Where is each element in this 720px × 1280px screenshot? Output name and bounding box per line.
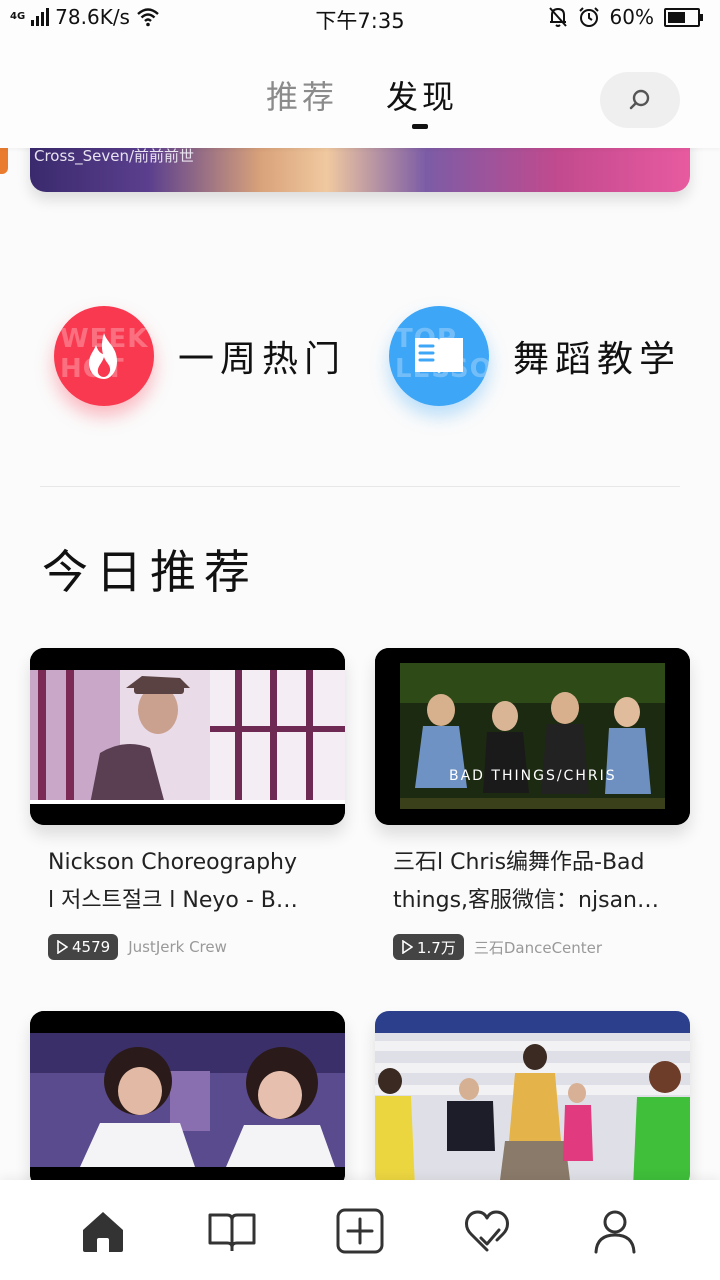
active-tab-indicator <box>412 124 428 129</box>
battery-percent: 60% <box>609 5 654 29</box>
video-title[interactable]: 三石l Chris编舞作品-Bad things,客服微信：njsan… <box>393 844 683 920</box>
video-title-line-1: 三石l Chris编舞作品-Bad <box>393 850 645 875</box>
play-count: 1.7万 <box>417 938 456 957</box>
video-title-line-2: l 저스트절크 l Neyo - B… <box>48 888 298 913</box>
weekly-hot-label: 一周热门 <box>178 339 347 380</box>
tab-recommend[interactable]: 推荐 <box>266 72 338 118</box>
home-icon <box>83 1212 123 1252</box>
flame-icon <box>89 333 117 379</box>
alarm-icon <box>578 7 599 27</box>
uploader-name[interactable]: JustJerk Crew <box>128 938 227 956</box>
status-right: 60% <box>548 5 703 29</box>
section-title: 今日推荐 <box>42 545 258 599</box>
tab-lessons[interactable] <box>207 1206 257 1256</box>
video-thumbnail[interactable] <box>30 1011 345 1188</box>
play-count: 4579 <box>72 938 111 956</box>
video-thumbnail[interactable] <box>375 1011 690 1188</box>
dance-lesson-badge: TOP LESSON <box>389 306 489 406</box>
battery-icon <box>664 7 703 27</box>
weekly-hot-entry[interactable]: WEEK HOT 一周热门 <box>54 306 346 406</box>
add-square-icon <box>336 1208 384 1254</box>
search-icon <box>629 89 650 110</box>
video-thumbnail[interactable] <box>30 648 345 825</box>
thumbnail-image <box>375 1011 690 1188</box>
video-meta: 4579 JustJerk Crew <box>48 934 227 960</box>
uploader-name[interactable]: 三石DanceCenter <box>474 937 602 958</box>
video-thumbnail[interactable]: BAD THINGS/CHRIS <box>375 648 690 825</box>
heart-check-icon <box>465 1210 509 1252</box>
tab-home[interactable] <box>78 1206 128 1256</box>
video-title-line-2: things,客服微信：njsan… <box>393 888 659 913</box>
thumbnail-image <box>30 648 345 825</box>
play-count-badge: 1.7万 <box>393 934 464 960</box>
mute-bell-icon <box>548 7 567 27</box>
book-icon <box>415 338 463 374</box>
video-title[interactable]: Nickson Choreography l 저스트절크 l Neyo - B… <box>48 844 338 920</box>
book-open-icon <box>208 1213 256 1251</box>
video-card[interactable] <box>375 1011 690 1188</box>
bottom-tab-bar <box>0 1180 720 1280</box>
video-card[interactable]: Nickson Choreography l 저스트절크 l Neyo - B…… <box>30 648 345 960</box>
video-meta: 1.7万 三石DanceCenter <box>393 934 602 960</box>
section-divider <box>40 486 680 487</box>
play-icon <box>402 940 413 954</box>
video-title-line-1: Nickson Choreography <box>48 850 298 875</box>
dance-lesson-label: 舞蹈教学 <box>513 339 682 380</box>
prev-banner-edge[interactable] <box>0 148 8 174</box>
tab-favorites[interactable] <box>462 1206 512 1256</box>
video-card[interactable]: BAD THINGS/CHRIS 三石l Chris编舞作品-Bad thing… <box>375 648 690 960</box>
play-icon <box>57 940 68 954</box>
dance-lesson-entry[interactable]: TOP LESSON 舞蹈教学 <box>389 306 681 406</box>
search-button[interactable] <box>600 72 680 128</box>
weekly-hot-badge: WEEK HOT <box>54 306 154 406</box>
tab-publish[interactable] <box>335 1206 385 1256</box>
status-bar: 4G 78.6K/s 下午7:35 60% <box>0 0 720 36</box>
tab-discover[interactable]: 发现 <box>386 72 458 118</box>
video-card[interactable] <box>30 1011 345 1188</box>
play-count-badge: 4579 <box>48 934 119 960</box>
profile-icon <box>594 1210 636 1254</box>
top-nav: 推荐 发现 <box>0 36 720 148</box>
banner-caption: Cross_Seven/前前前世 <box>34 147 195 165</box>
thumbnail-overlay-text: BAD THINGS/CHRIS <box>449 768 617 784</box>
tab-profile[interactable] <box>590 1206 640 1256</box>
thumbnail-image <box>30 1011 345 1188</box>
thumbnail-image <box>375 648 690 825</box>
